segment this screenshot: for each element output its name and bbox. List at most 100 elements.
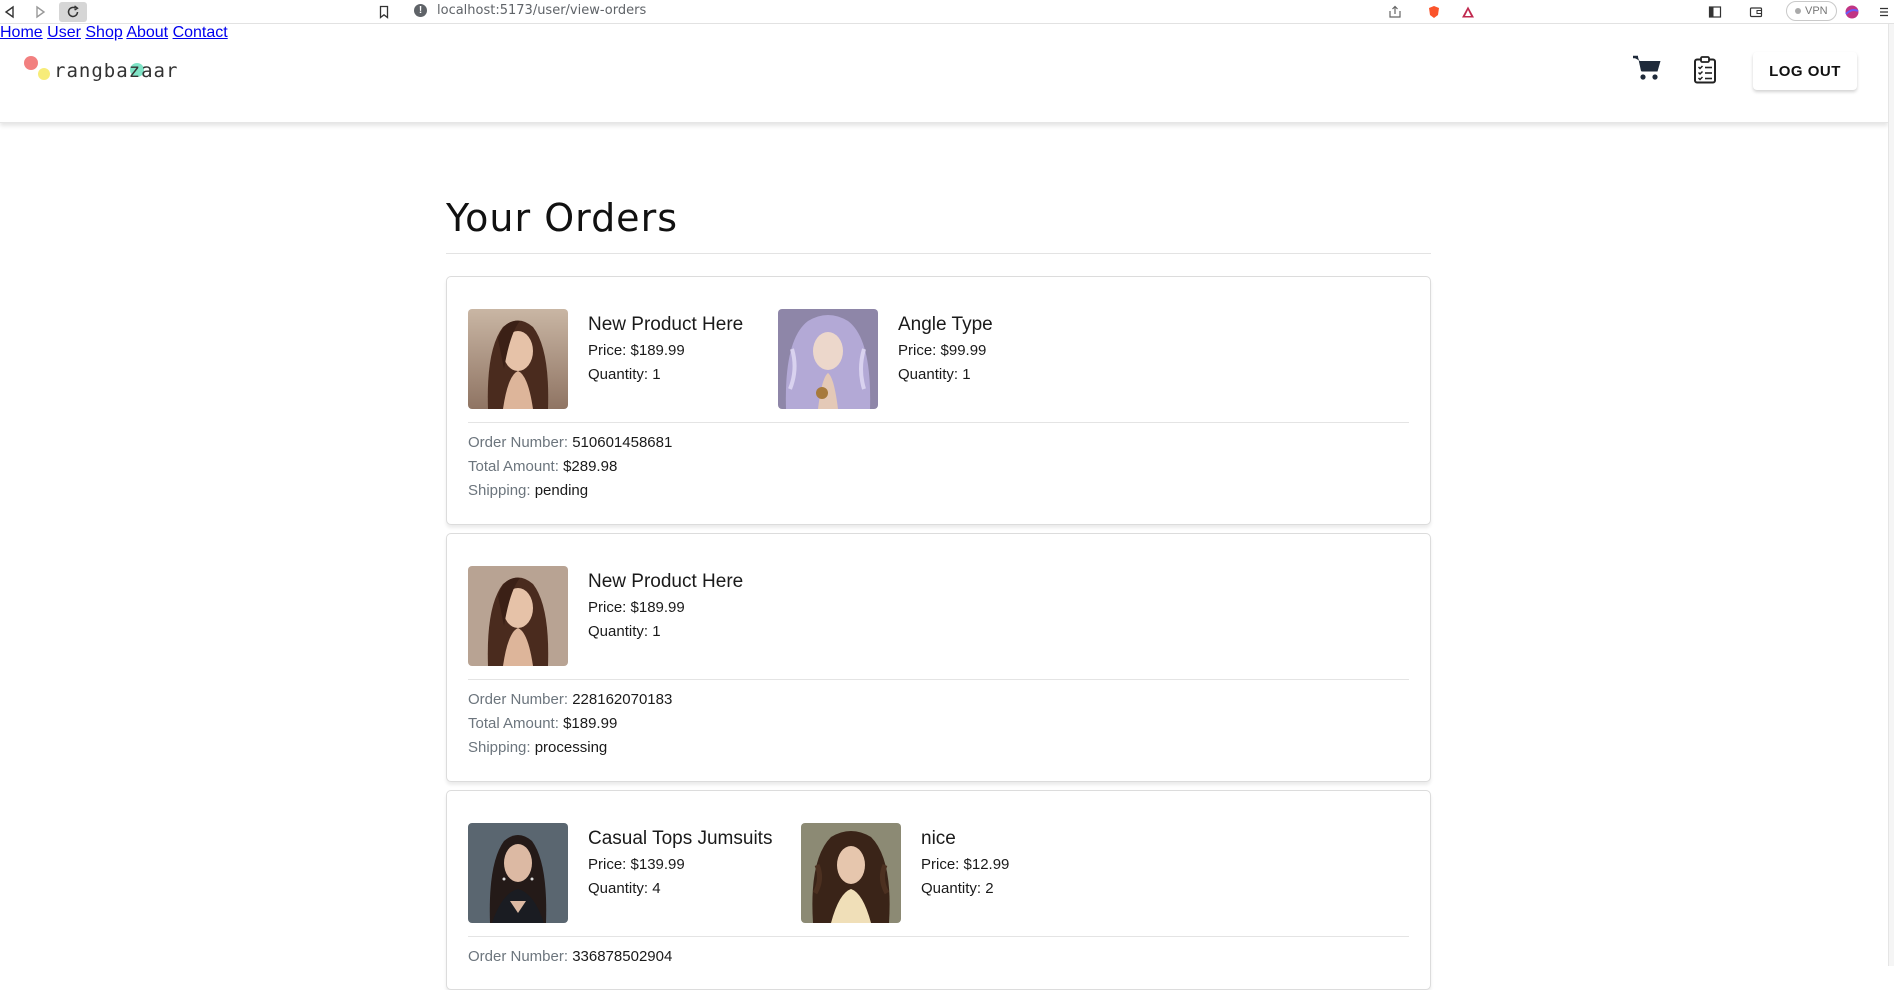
product-name: New Product Here [588,571,744,592]
order-total: Total Amount: $189.99 [468,715,617,732]
price-label: Price: [588,342,631,359]
total-amount-value: $289.98 [563,458,618,475]
total-amount-label: Total Amount: [468,458,564,475]
shipping-value: pending [534,482,589,499]
site-header: rangbazaar Home User Shop About Contact … [0,24,1888,123]
shipping-label: Shipping: [468,482,535,499]
nav-about-link[interactable]: About [126,24,168,41]
order-card: New Product Here Price: $189.99 Quantity… [446,276,1431,525]
product-name: Angle Type [898,314,993,335]
order-divider [468,679,1409,680]
product-quantity: Quantity: 1 [588,623,661,640]
order-total: Total Amount: $289.98 [468,458,617,475]
forward-icon[interactable] [30,2,50,22]
quantity-value: 1 [652,623,661,640]
product-name: Casual Tops Jumsuits [588,828,773,849]
product-quantity: Quantity: 1 [898,366,971,383]
nav-shop-link[interactable]: Shop [85,24,122,41]
product-image[interactable] [468,823,568,923]
profile-avatar-icon[interactable] [1842,2,1862,22]
logo-text: rangbazaar [54,60,179,82]
address-url: localhost:5173/user/view-orders [437,3,647,18]
order-number-label: Order Number: [468,691,573,708]
order-item: Casual Tops Jumsuits Price: $139.99 Quan… [468,823,788,923]
price-value: $99.99 [940,342,987,359]
order-item: nice Price: $12.99 Quantity: 2 [801,823,1101,923]
logout-button[interactable]: LOG OUT [1753,52,1857,90]
product-price: Price: $12.99 [921,856,1009,873]
order-number-value: 336878502904 [572,948,673,965]
price-value: $139.99 [630,856,685,873]
product-price: Price: $99.99 [898,342,986,359]
menu-icon[interactable] [1874,2,1894,22]
product-image[interactable] [801,823,901,923]
order-divider [468,936,1409,937]
order-item: New Product Here Price: $189.99 Quantity… [468,566,768,666]
order-number: Order Number: 228162070183 [468,691,672,708]
quantity-label: Quantity: [588,623,653,640]
quantity-value: 1 [652,366,661,383]
price-value: $12.99 [963,856,1010,873]
order-number-value: 510601458681 [572,434,673,451]
product-image[interactable] [778,309,878,409]
product-quantity: Quantity: 4 [588,880,661,897]
order-shipping: Shipping: processing [468,739,607,756]
quantity-label: Quantity: [898,366,963,383]
bookmark-icon[interactable] [374,2,394,22]
rewards-triangle-icon[interactable] [1458,2,1478,22]
total-amount-value: $189.99 [563,715,618,732]
share-icon[interactable] [1385,2,1405,22]
vpn-label: VPN [1805,5,1828,17]
site-logo[interactable]: rangbazaar [24,56,179,84]
product-name: New Product Here [588,314,744,335]
product-price: Price: $139.99 [588,856,685,873]
address-bar[interactable]: ! localhost:5173/user/view-orders [414,3,646,18]
order-divider [468,422,1409,423]
wallet-icon[interactable] [1746,2,1766,22]
order-shipping: Shipping: pending [468,482,588,499]
vpn-status-dot-icon [1795,8,1801,14]
brave-shield-icon[interactable] [1424,2,1444,22]
order-number: Order Number: 336878502904 [468,948,672,965]
quantity-value: 4 [652,880,661,897]
quantity-label: Quantity: [921,880,986,897]
product-price: Price: $189.99 [588,599,685,616]
order-card: Casual Tops Jumsuits Price: $139.99 Quan… [446,790,1431,990]
nav-user-link[interactable]: User [47,24,81,41]
back-icon[interactable] [0,2,20,22]
price-label: Price: [898,342,941,359]
orders-clipboard-icon[interactable] [1692,56,1718,84]
quantity-label: Quantity: [588,366,653,383]
product-image[interactable] [468,309,568,409]
product-image[interactable] [468,566,568,666]
page-scrollbar[interactable] [1888,24,1894,966]
total-amount-label: Total Amount: [468,715,564,732]
site-info-icon[interactable]: ! [414,4,427,17]
reload-icon[interactable] [59,2,87,22]
product-name: nice [921,828,956,849]
product-quantity: Quantity: 2 [921,880,994,897]
cart-icon[interactable] [1632,54,1662,82]
order-number: Order Number: 510601458681 [468,434,672,451]
page-title: Your Orders [446,196,678,240]
shipping-label: Shipping: [468,739,535,756]
main-nav: Home User Shop About Contact [0,24,1888,42]
nav-home-link[interactable]: Home [0,24,43,41]
quantity-value: 1 [962,366,971,383]
order-number-value: 228162070183 [572,691,673,708]
vpn-button[interactable]: VPN [1786,1,1837,21]
product-quantity: Quantity: 1 [588,366,661,383]
price-label: Price: [588,599,631,616]
order-card: New Product Here Price: $189.99 Quantity… [446,533,1431,782]
product-price: Price: $189.99 [588,342,685,359]
browser-toolbar: ! localhost:5173/user/view-orders VPN [0,0,1894,24]
price-value: $189.99 [630,342,685,359]
price-label: Price: [921,856,964,873]
order-number-label: Order Number: [468,434,573,451]
order-item: Angle Type Price: $99.99 Quantity: 1 [778,309,1078,409]
shipping-value: processing [534,739,608,756]
order-item: New Product Here Price: $189.99 Quantity… [468,309,768,409]
nav-contact-link[interactable]: Contact [173,24,228,41]
quantity-label: Quantity: [588,880,653,897]
sidebar-toggle-icon[interactable] [1705,2,1725,22]
